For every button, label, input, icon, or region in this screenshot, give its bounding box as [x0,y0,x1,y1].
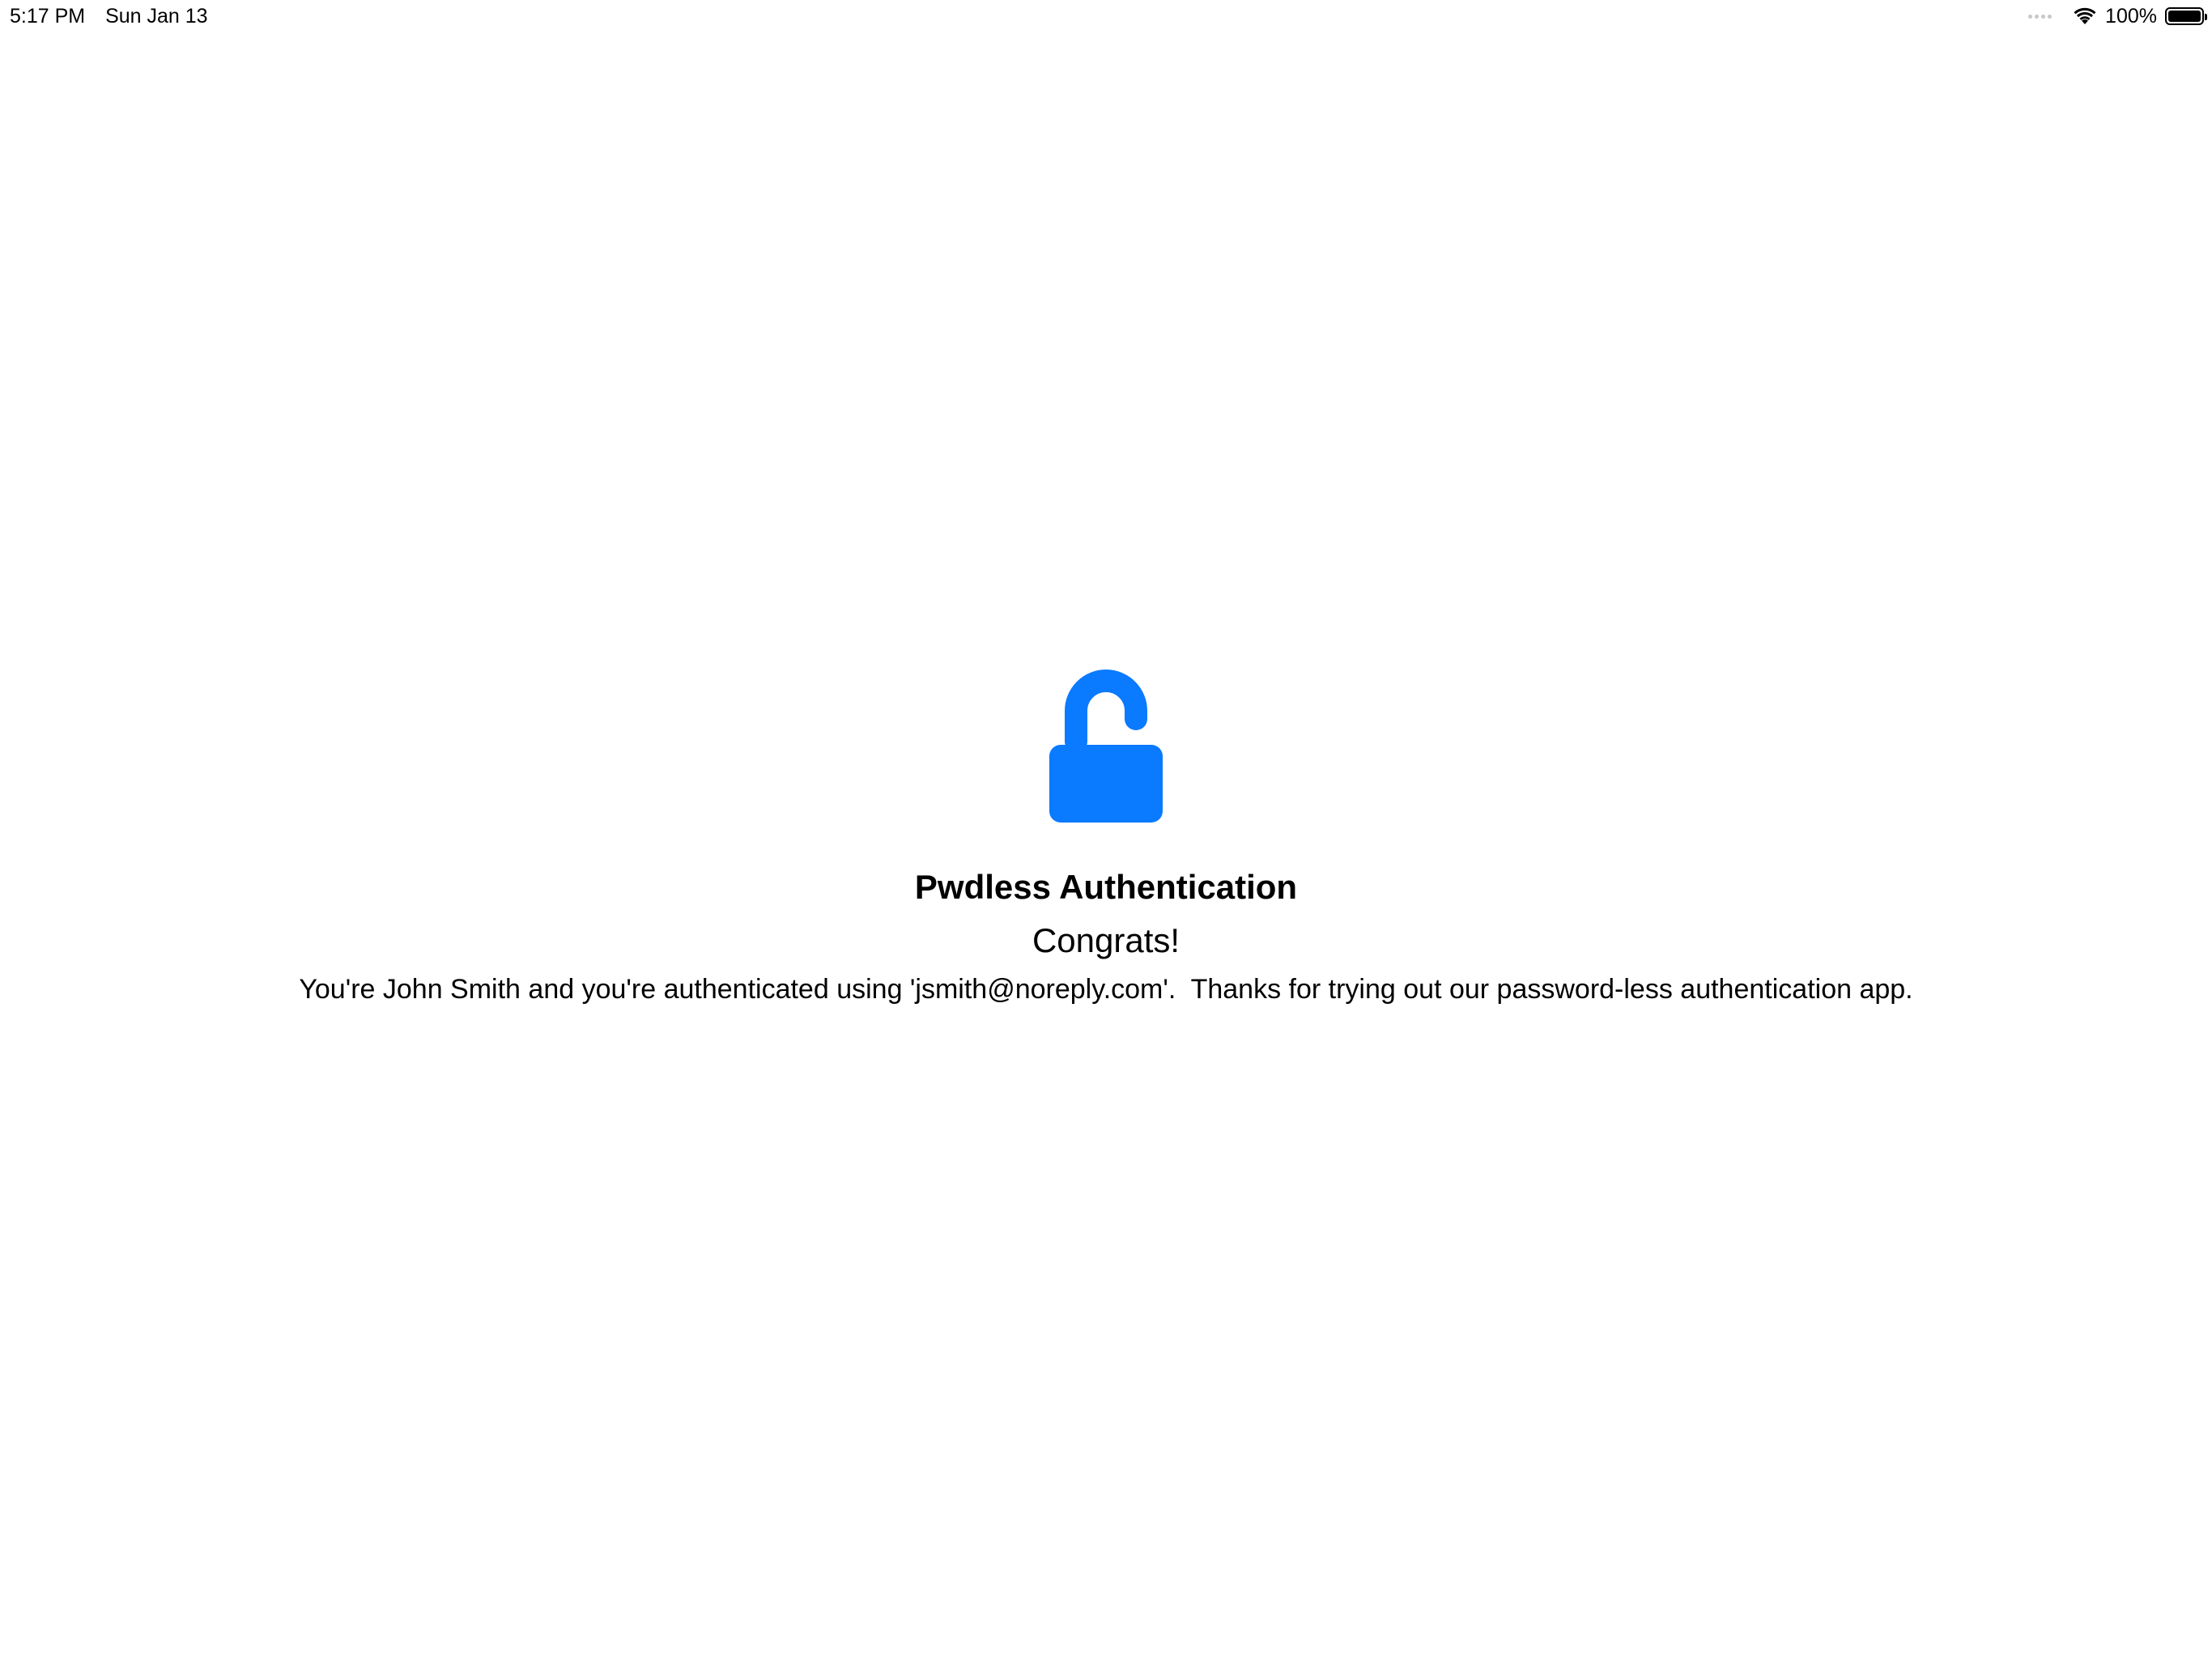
battery-icon [2165,7,2207,25]
status-left: 5:17 PM Sun Jan 13 [10,3,208,29]
auth-message: You're John Smith and you're authenticat… [299,974,1913,1005]
status-date: Sun Jan 13 [105,5,208,28]
status-right: 100% [2028,3,2207,29]
congrats-heading: Congrats! [1032,921,1180,959]
battery-fill [2168,11,2201,22]
page-title: Pwdless Authentication [914,868,1298,906]
unlocked-padlock-icon [1049,670,1163,823]
auth-success-panel: Pwdless Authentication Congrats! You're … [0,664,2212,1009]
status-bar: 5:17 PM Sun Jan 13 100% [0,0,2212,32]
screen: 5:17 PM Sun Jan 13 100% Pwdless Authenti… [0,0,2212,1658]
status-time: 5:17 PM [10,5,86,28]
cellular-signal-icon [2028,14,2052,19]
battery-cap [2205,14,2207,20]
wifi-icon [2074,7,2096,24]
battery-percent: 100% [2105,5,2157,28]
